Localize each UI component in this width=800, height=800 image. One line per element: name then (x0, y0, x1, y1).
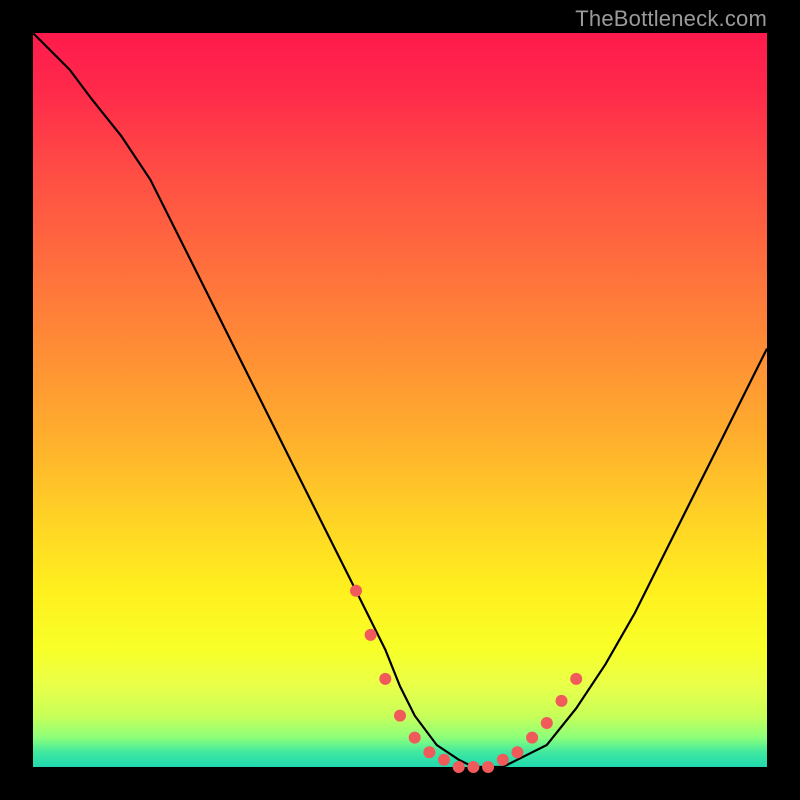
curve-marker (453, 761, 465, 773)
curve-marker (423, 746, 435, 758)
curve-marker (409, 732, 421, 744)
curve-marker (482, 761, 494, 773)
curve-marker (541, 717, 553, 729)
curve-marker (526, 732, 538, 744)
bottleneck-curve (33, 33, 767, 767)
chart-stage: TheBottleneck.com (0, 0, 800, 800)
curve-marker (379, 673, 391, 685)
curve-marker (365, 629, 377, 641)
curve-marker (438, 754, 450, 766)
curve-marker (467, 761, 479, 773)
curve-marker (556, 695, 568, 707)
curve-marker (394, 710, 406, 722)
curve-marker (497, 754, 509, 766)
curve-marker (350, 585, 362, 597)
curve-marker (570, 673, 582, 685)
curve-marker (511, 746, 523, 758)
chart-svg (33, 33, 767, 767)
watermark-text: TheBottleneck.com (575, 6, 767, 32)
